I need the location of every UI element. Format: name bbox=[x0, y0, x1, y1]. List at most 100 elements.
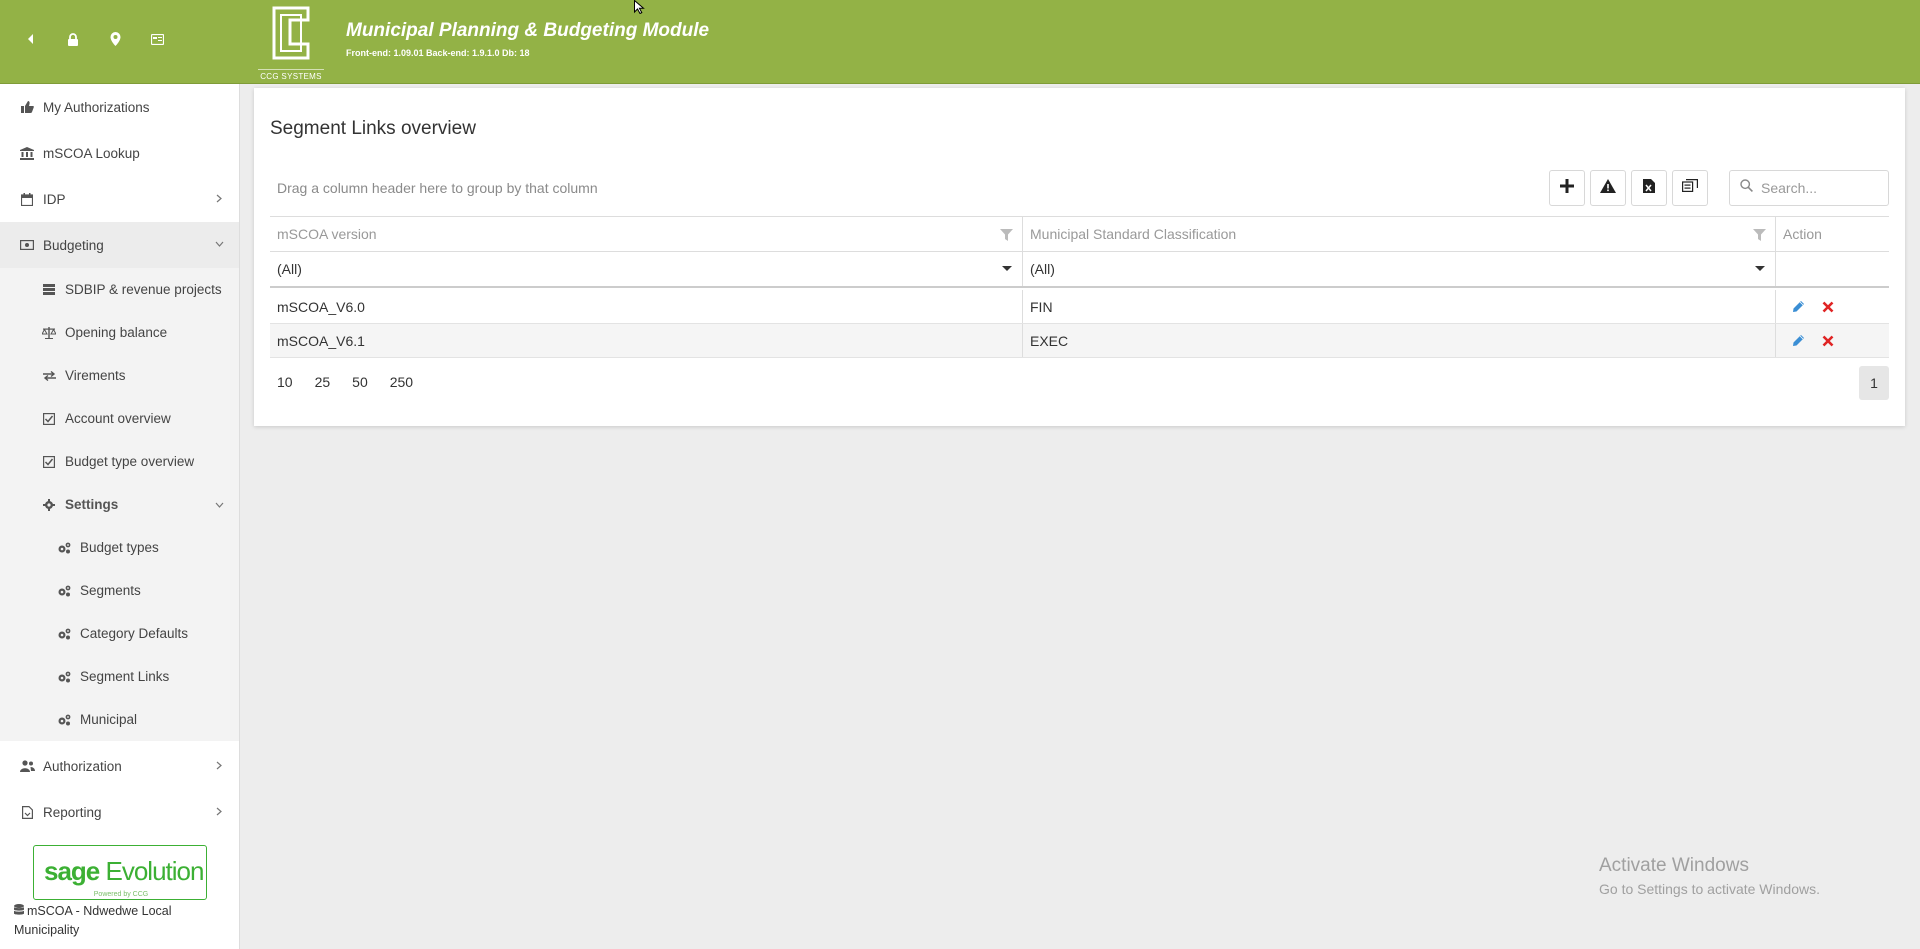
edit-icon[interactable] bbox=[1792, 300, 1806, 314]
group-panel[interactable]: Drag a column header here to group by th… bbox=[277, 180, 598, 196]
sage-powered-text: Powered by CCG bbox=[93, 891, 149, 898]
page-title: Segment Links overview bbox=[270, 118, 476, 139]
sidebar-item-label: mSCOA Lookup bbox=[43, 145, 140, 161]
page-size-250[interactable]: 250 bbox=[390, 374, 413, 390]
sidebar-item-idp[interactable]: IDP bbox=[0, 176, 239, 222]
search-icon bbox=[1740, 179, 1753, 197]
filter-value: (All) bbox=[1030, 261, 1055, 277]
id-card-icon[interactable] bbox=[148, 30, 166, 48]
dropdown-arrow-icon[interactable] bbox=[1002, 266, 1012, 271]
chevron-down-icon bbox=[212, 498, 226, 512]
database-name: mSCOA - Ndwedwe Local Municipality bbox=[14, 904, 172, 937]
sidebar-item-label: Account overview bbox=[65, 411, 171, 426]
sidebar-item-label: Opening balance bbox=[65, 325, 168, 340]
filter-funnel-icon[interactable] bbox=[1753, 228, 1767, 242]
sidebar-item-mscoa-lookup[interactable]: mSCOA Lookup bbox=[0, 130, 239, 176]
export-excel-icon bbox=[1643, 178, 1655, 198]
app-header: CCG SYSTEMS Municipal Planning & Budgeti… bbox=[0, 0, 1920, 84]
sidebar-item-budget-types[interactable]: Budget types bbox=[0, 526, 239, 569]
sidebar-item-account-overview[interactable]: Account overview bbox=[0, 397, 239, 440]
add-icon bbox=[1560, 178, 1574, 198]
delete-icon[interactable] bbox=[1822, 334, 1836, 348]
filter-select-classification[interactable]: (All) bbox=[1023, 252, 1776, 286]
sage-evolution-logo: sage Evolution Powered by CCG bbox=[33, 845, 207, 900]
sidebar-item-settings[interactable]: Settings bbox=[0, 483, 239, 526]
warning-icon bbox=[1600, 178, 1616, 198]
sage-logo-text: sage Evolution bbox=[44, 856, 205, 887]
sidebar-item-label: IDP bbox=[43, 191, 66, 207]
search-box[interactable] bbox=[1729, 170, 1889, 206]
logo-text: CCG SYSTEMS bbox=[258, 69, 324, 81]
sidebar-item-my-authorizations[interactable]: My Authorizations bbox=[0, 84, 239, 130]
cell-actions bbox=[1776, 290, 1889, 323]
main-card: Segment Links overview Drag a column hea… bbox=[254, 88, 1905, 426]
filter-funnel-icon[interactable] bbox=[1000, 228, 1014, 242]
add-button[interactable] bbox=[1549, 170, 1585, 206]
dropdown-arrow-icon[interactable] bbox=[1755, 266, 1765, 271]
filter-value: (All) bbox=[277, 261, 302, 277]
edit-icon[interactable] bbox=[1792, 334, 1806, 348]
chevron-down-icon bbox=[212, 237, 226, 251]
filter-select-mscoa-version[interactable]: (All) bbox=[270, 252, 1023, 286]
sidebar-item-budget-type-overview[interactable]: Budget type overview bbox=[0, 440, 239, 483]
sidebar-item-authorization[interactable]: Authorization bbox=[0, 743, 239, 789]
search-input[interactable] bbox=[1761, 180, 1879, 196]
warning-button[interactable] bbox=[1590, 170, 1626, 206]
sidebar-item-reporting[interactable]: Reporting bbox=[0, 789, 239, 835]
grid-header-row: mSCOA version Municipal Standard Classif… bbox=[270, 216, 1889, 252]
column-header-mscoa-version[interactable]: mSCOA version bbox=[270, 217, 1023, 251]
sidebar-item-virements[interactable]: Virements bbox=[0, 354, 239, 397]
sidebar-item-segments[interactable]: Segments bbox=[0, 569, 239, 612]
column-header-classification[interactable]: Municipal Standard Classification bbox=[1023, 217, 1776, 251]
column-header-action: Action bbox=[1776, 217, 1889, 251]
calendar-icon bbox=[19, 191, 35, 207]
exchange-icon bbox=[41, 368, 57, 384]
database-icon bbox=[14, 903, 24, 921]
chevron-right-icon bbox=[212, 758, 226, 772]
scale-icon bbox=[41, 325, 57, 341]
map-marker-icon[interactable] bbox=[106, 30, 124, 48]
sage-product: Evolution bbox=[105, 856, 205, 886]
mouse-cursor-icon bbox=[634, 0, 646, 15]
page-size-selector: 10 25 50 250 bbox=[277, 374, 435, 390]
page-size-10[interactable]: 10 bbox=[277, 374, 293, 390]
column-chooser-button[interactable] bbox=[1672, 170, 1708, 206]
gears-icon bbox=[56, 540, 72, 556]
list-icon bbox=[41, 282, 57, 298]
column-header-label: Municipal Standard Classification bbox=[1030, 226, 1237, 242]
check-square-icon bbox=[41, 454, 57, 470]
header-icon-bar bbox=[22, 30, 166, 48]
delete-icon[interactable] bbox=[1822, 300, 1836, 314]
sidebar-item-label: Budgeting bbox=[43, 237, 104, 253]
sidebar-item-budgeting[interactable]: Budgeting bbox=[0, 222, 239, 268]
thumbs-up-icon bbox=[19, 99, 35, 115]
page-size-25[interactable]: 25 bbox=[315, 374, 331, 390]
column-header-label: Action bbox=[1783, 226, 1822, 242]
page-size-50[interactable]: 50 bbox=[352, 374, 368, 390]
app-version: Front-end: 1.09.01 Back-end: 1.9.1.0 Db:… bbox=[346, 48, 530, 58]
sidebar-item-segment-links[interactable]: Segment Links bbox=[0, 655, 239, 698]
sidebar-item-label: Municipal bbox=[80, 712, 138, 727]
sidebar-item-category-defaults[interactable]: Category Defaults bbox=[0, 612, 239, 655]
sidebar-item-sdbip[interactable]: SDBIP & revenue projects bbox=[0, 268, 239, 311]
export-excel-button[interactable] bbox=[1631, 170, 1667, 206]
sidebar-item-label: SDBIP & revenue projects bbox=[65, 282, 222, 297]
sidebar-item-opening-balance[interactable]: Opening balance bbox=[0, 311, 239, 354]
back-arrow-icon[interactable] bbox=[22, 30, 40, 48]
users-icon bbox=[19, 758, 35, 774]
gears-icon bbox=[56, 669, 72, 685]
report-icon bbox=[19, 804, 35, 820]
lock-icon[interactable] bbox=[64, 30, 82, 48]
check-square-icon bbox=[41, 411, 57, 427]
sidebar: My Authorizations mSCOA Lookup IDP Budge… bbox=[0, 84, 240, 949]
money-icon bbox=[19, 237, 35, 253]
watermark-subtitle: Go to Settings to activate Windows. bbox=[1599, 881, 1820, 897]
gear-icon bbox=[41, 497, 57, 513]
gears-icon bbox=[56, 583, 72, 599]
sidebar-item-municipal[interactable]: Municipal bbox=[0, 698, 239, 741]
page-number-current[interactable]: 1 bbox=[1859, 366, 1889, 400]
sidebar-item-label: Budget types bbox=[80, 540, 159, 555]
sidebar-item-label: Reporting bbox=[43, 804, 102, 820]
table-row[interactable]: mSCOA_V6.0 FIN bbox=[270, 290, 1889, 324]
table-row[interactable]: mSCOA_V6.1 EXEC bbox=[270, 324, 1889, 358]
